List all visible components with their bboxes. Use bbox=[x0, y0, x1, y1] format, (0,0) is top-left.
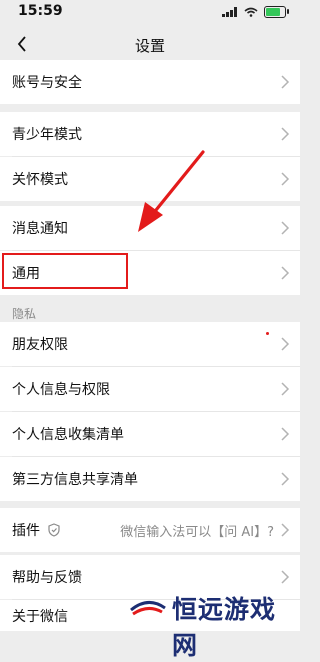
watermark-logo-icon bbox=[130, 601, 166, 616]
row-label: 消息通知 bbox=[12, 221, 68, 237]
plugins-value: 微信输入法可以【问 AI】? bbox=[120, 524, 274, 540]
chevron-right-icon bbox=[281, 523, 290, 537]
chevron-right-icon bbox=[281, 172, 290, 186]
row-personal-info[interactable]: 个人信息与权限 bbox=[0, 367, 300, 411]
chevron-right-icon bbox=[281, 570, 290, 584]
status-icons bbox=[222, 6, 289, 18]
chevron-right-icon bbox=[281, 221, 290, 235]
shield-icon bbox=[48, 523, 60, 537]
row-label: 账号与安全 bbox=[12, 75, 82, 91]
row-label: 朋友权限 bbox=[12, 337, 68, 353]
row-label: 帮助与反馈 bbox=[12, 570, 82, 586]
section-header-privacy: 隐私 bbox=[12, 307, 37, 321]
row-account-security[interactable]: 账号与安全 bbox=[0, 60, 300, 104]
watermark-text: 恒远游戏网 bbox=[172, 595, 277, 660]
chevron-right-icon bbox=[281, 382, 290, 396]
row-label: 个人信息与权限 bbox=[12, 382, 110, 398]
row-label: 青少年模式 bbox=[12, 127, 82, 143]
chevron-right-icon bbox=[281, 75, 290, 89]
row-care-mode[interactable]: 关怀模式 bbox=[0, 157, 300, 201]
row-label: 第三方信息共享清单 bbox=[12, 472, 138, 488]
battery-icon bbox=[264, 6, 289, 18]
red-dot bbox=[266, 332, 269, 335]
status-time: 15:59 bbox=[18, 3, 63, 19]
row-friend-permissions[interactable]: 朋友权限 bbox=[0, 322, 300, 366]
row-label: 关怀模式 bbox=[12, 172, 68, 188]
row-plugins[interactable]: 插件 微信输入法可以【问 AI】? bbox=[0, 508, 300, 552]
wifi-icon bbox=[244, 7, 258, 17]
chevron-right-icon bbox=[281, 127, 290, 141]
row-label: 插件 bbox=[12, 523, 40, 539]
row-info-collection[interactable]: 个人信息收集清单 bbox=[0, 412, 300, 456]
row-label: 关于微信 bbox=[12, 608, 68, 625]
chevron-right-icon bbox=[281, 337, 290, 351]
highlight-box bbox=[2, 253, 128, 289]
chevron-right-icon bbox=[281, 427, 290, 441]
row-third-party[interactable]: 第三方信息共享清单 bbox=[0, 457, 300, 501]
chevron-right-icon bbox=[281, 266, 290, 280]
row-youth-mode[interactable]: 青少年模式 bbox=[0, 112, 300, 156]
chevron-right-icon bbox=[281, 472, 290, 486]
signal-icon bbox=[222, 7, 237, 17]
row-label: 个人信息收集清单 bbox=[12, 427, 124, 443]
page-title: 设置 bbox=[134, 37, 165, 55]
row-notifications[interactable]: 消息通知 bbox=[0, 206, 300, 250]
status-bar: 15:59 bbox=[0, 0, 300, 22]
